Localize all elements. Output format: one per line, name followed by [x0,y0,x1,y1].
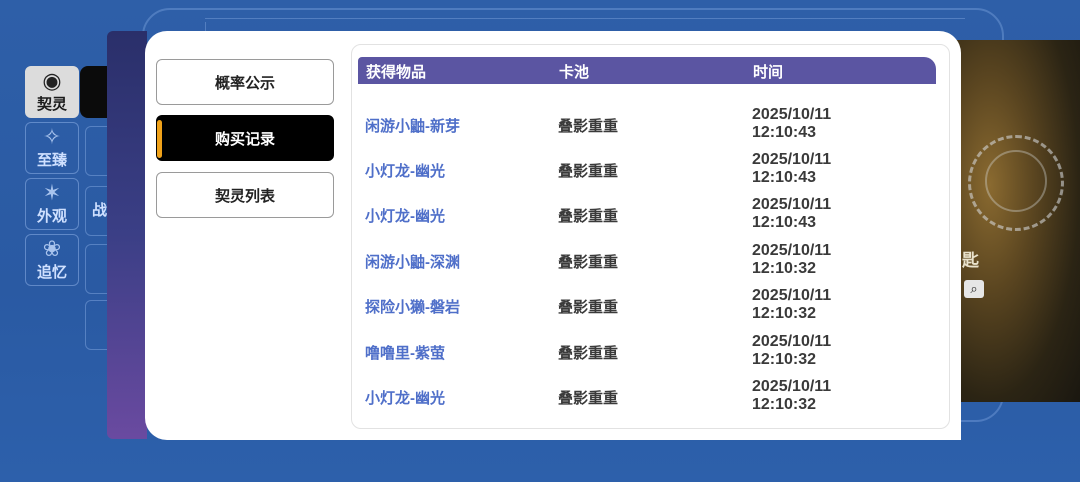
sidebar-item-label: 契灵 [36,96,67,113]
item-name: 小灯龙-幽光 [365,390,445,407]
emblem-icon: ✧ [42,124,62,149]
pool-name: 叠影重重 [558,254,619,271]
pool-name: 叠影重重 [558,345,619,362]
obtain-time: 2025/10/11 12:10:32 [752,378,832,413]
sidebar-item-memory[interactable]: ❀ 追忆 [25,234,79,286]
obtain-time: 2025/10/11 12:10:43 [752,151,832,186]
column-header-pool: 卡池 [559,64,590,81]
obtain-time: 2025/10/11 12:10:32 [752,242,832,277]
sidebar-partial-label: 战 [92,202,108,219]
menu-purchase-history-button[interactable]: 购买记录 [156,115,334,161]
column-header-item: 获得物品 [366,64,427,81]
menu-label: 购买记录 [214,130,275,148]
table-row: 噜噜里-紫萤 叠影重重 2025/10/11 12:10:32 [352,328,949,373]
table-header: 获得物品 卡池 时间 [358,57,936,84]
memory-icon: ❀ [42,236,62,261]
sidebar-item-label: 至臻 [36,152,67,169]
table-row: 小灯龙-幽光 叠影重重 2025/10/11 12:10:43 [352,146,949,191]
sidebar-item-emblem[interactable]: ✧ 至臻 [25,122,79,174]
panel-side-strip [107,31,147,439]
artwork-ring-inner [985,150,1047,212]
menu-probability-button[interactable]: 概率公示 [156,59,334,105]
purchase-history-table[interactable]: 获得物品 卡池 时间 闲游小鼬-新芽 叠影重重 2025/10/11 12:10:… [351,44,950,429]
menu-spirit-list-button[interactable]: 契灵列表 [156,172,334,218]
table-row: 小灯龙-幽光 叠影重重 2025/10/11 12:10:43 [352,191,949,236]
sidebar-item-label: 追忆 [36,264,67,281]
item-name: 探险小獭-磐岩 [365,299,460,316]
obtain-time: 2025/10/11 12:10:32 [752,333,832,368]
table-row: 小灯龙-幽光 叠影重重 2025/10/11 12:10:32 [352,373,949,418]
pool-name: 叠影重重 [558,163,619,180]
pool-name: 叠影重重 [558,299,619,316]
sidebar-item-outfit[interactable]: ✶ 外观 [25,178,79,230]
pool-name: 叠影重重 [558,208,619,225]
spirit-icon: ◉ [42,68,62,93]
menu-label: 概率公示 [214,74,275,92]
table-row: 闲游小鼬-深渊 叠影重重 2025/10/11 12:10:32 [352,237,949,282]
table-row: 探险小獭-磐岩 叠影重重 2025/10/11 12:10:32 [352,282,949,327]
obtain-time: 2025/10/11 12:10:43 [752,106,832,141]
background-line [205,18,965,19]
item-name: 小灯龙-幽光 [365,163,445,180]
outfit-icon: ✶ [42,180,62,205]
pool-name: 叠影重重 [558,390,619,407]
menu-label: 契灵列表 [214,187,275,205]
item-name: 小灯龙-幽光 [365,208,445,225]
search-icon[interactable]: ⌕ [964,280,984,298]
artwork-partial-text: 匙 [962,251,979,270]
column-header-time: 时间 [753,64,784,81]
item-name: 噜噜里-紫萤 [365,345,445,362]
pool-name: 叠影重重 [558,118,619,135]
item-name: 闲游小鼬-新芽 [365,118,460,135]
obtain-time: 2025/10/11 12:10:32 [752,287,832,322]
item-name: 闲游小鼬-深渊 [365,254,460,271]
sidebar-item-label: 外观 [36,208,67,225]
table-row: 闲游小鼬-新芽 叠影重重 2025/10/11 12:10:43 [352,101,949,146]
obtain-time: 2025/10/11 12:10:43 [752,196,832,231]
sidebar-item-spirit[interactable]: ◉ 契灵 [25,66,79,118]
